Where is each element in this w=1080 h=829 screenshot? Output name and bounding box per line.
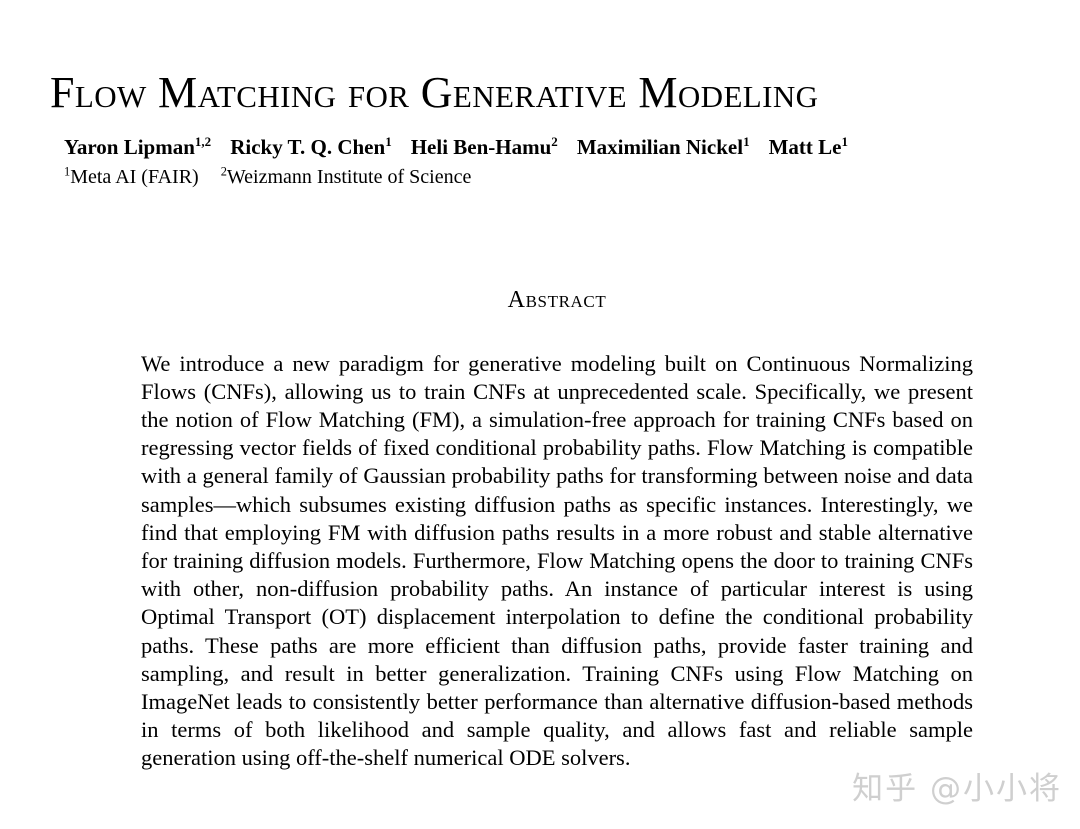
author-name: Ricky T. Q. Chen [230,135,386,159]
author-entry: Ricky T. Q. Chen1 [230,135,392,159]
author-name: Yaron Lipman [64,135,195,159]
abstract-text: We introduce a new paradigm for generati… [141,350,973,771]
author-affiliation-mark: 1 [385,134,392,149]
affiliation-list: 1Meta AI (FAIR) 2Weizmann Institute of Sc… [64,163,1044,191]
author-name: Matt Le [768,135,842,159]
author-entry: Heli Ben-Hamu2 [411,135,558,159]
author-entry: Yaron Lipman1,2 [64,135,211,159]
author-affiliation-mark: 1 [841,134,848,149]
abstract-heading: Abstract [507,286,607,313]
page-title: Flow Matching for Generative Modeling [50,68,819,118]
author-affiliation-mark: 1 [743,134,750,149]
author-name: Maximilian Nickel [576,135,744,159]
paper-page: Flow Matching for Generative Modeling Ya… [0,0,1080,829]
author-list: Yaron Lipman1,2 Ricky T. Q. Chen1 Heli Ben… [64,134,1044,160]
author-entry: Matt Le1 [769,135,848,159]
affiliation-entry: 2Weizmann Institute of Science [221,165,472,188]
author-name: Heli Ben-Hamu [410,135,552,159]
watermark: 知乎 @小小将 [852,771,1062,807]
affiliation-name: Weizmann Institute of Science [226,166,472,188]
author-affiliation-mark: 1,2 [194,134,212,149]
affiliation-entry: 1Meta AI (FAIR) [64,165,199,188]
author-entry: Maximilian Nickel1 [577,135,750,159]
authors-block: Yaron Lipman1,2 Ricky T. Q. Chen1 Heli Ben… [64,134,1044,191]
author-affiliation-mark: 2 [551,134,558,149]
affiliation-name: Meta AI (FAIR) [70,166,199,188]
